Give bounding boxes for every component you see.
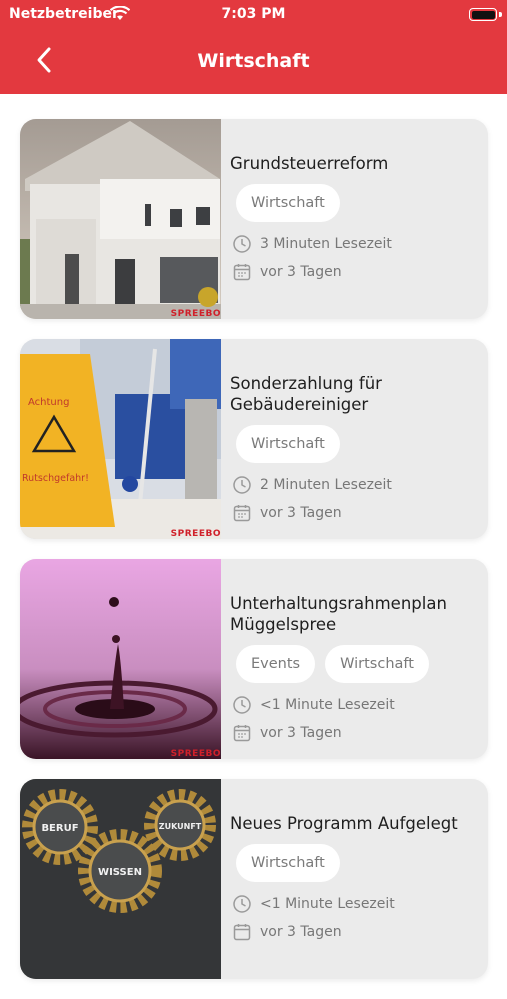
read-time: <1 Minute Lesezeit xyxy=(232,890,480,918)
article-headline: Unterhaltungsrahmenplan Müggelspree xyxy=(230,594,447,634)
article-content: Neues Programm Aufgelegt Wirtschaft <1 M… xyxy=(230,813,480,946)
article-image-cleaning: Achtung Rutschgefahr! SPREEBO xyxy=(20,339,221,539)
app-header: Netzbetreiber 7:03 PM Wirtschaft xyxy=(0,0,507,94)
tag-list: Wirtschaft xyxy=(236,844,480,882)
publish-date-label: vor 3 Tagen xyxy=(260,505,342,521)
clock-icon xyxy=(233,235,251,253)
article-image-gears: BERUF ZUKUNFT WISSEN xyxy=(20,779,221,979)
tag-wirtschaft[interactable]: Wirtschaft xyxy=(236,844,340,882)
read-time: <1 Minute Lesezeit xyxy=(232,691,480,719)
read-time-label: 3 Minuten Lesezeit xyxy=(260,236,392,252)
gear-word-2: ZUKUNFT xyxy=(159,822,202,831)
battery-tip xyxy=(499,12,502,17)
battery-icon xyxy=(469,8,497,21)
tag-wirtschaft[interactable]: Wirtschaft xyxy=(236,184,340,222)
article-card[interactable]: BERUF ZUKUNFT WISSEN Neues Programm Aufg… xyxy=(20,779,488,979)
article-list: SPREEBO Grundsteuerreform Wirtschaft 3 M… xyxy=(20,119,488,999)
article-content: Sonderzahlung für Gebäudereiniger Wirtsc… xyxy=(230,373,480,527)
read-time-label: 2 Minuten Lesezeit xyxy=(260,477,392,493)
tag-events[interactable]: Events xyxy=(236,645,316,683)
article-content: Grundsteuerreform Wirtschaft 3 Minuten L… xyxy=(230,153,480,286)
tag-list: Events Wirtschaft xyxy=(236,645,480,683)
clock-icon xyxy=(233,696,251,714)
read-time: 2 Minuten Lesezeit xyxy=(232,471,480,499)
tag-list: Wirtschaft xyxy=(236,184,480,222)
article-image-water-drop: SPREEBO xyxy=(20,559,221,759)
clock-icon xyxy=(233,895,251,913)
tag-wirtschaft[interactable]: Wirtschaft xyxy=(236,425,340,463)
sign-slip-text: Rutschgefahr! xyxy=(22,473,89,484)
publish-date: vor 3 Tagen xyxy=(232,258,480,286)
clock: 7:03 PM xyxy=(221,6,286,22)
watermark-logo: SPREEBO xyxy=(170,309,221,319)
watermark-logo: SPREEBO xyxy=(170,529,221,539)
gear-word-3: WISSEN xyxy=(98,867,142,878)
read-time: 3 Minuten Lesezeit xyxy=(232,230,480,258)
article-content: Unterhaltungsrahmenplan Müggelspree Even… xyxy=(230,593,480,747)
page-title: Wirtschaft xyxy=(197,50,310,72)
article-card[interactable]: SPREEBO Grundsteuerreform Wirtschaft 3 M… xyxy=(20,119,488,319)
clock-icon xyxy=(233,476,251,494)
article-card[interactable]: Achtung Rutschgefahr! SPREEBO Sonderzahl… xyxy=(20,339,488,539)
watermark-logo: SPREEBO xyxy=(170,749,221,759)
calendar-icon xyxy=(233,725,251,742)
gear-word-1: BERUF xyxy=(41,823,78,834)
tag-list: Wirtschaft xyxy=(236,425,480,463)
tag-wirtschaft[interactable]: Wirtschaft xyxy=(325,645,429,683)
article-headline: Neues Programm Aufgelegt xyxy=(230,814,458,833)
sign-warning-text: Achtung xyxy=(28,397,69,408)
read-time-label: <1 Minute Lesezeit xyxy=(260,896,395,912)
calendar-icon xyxy=(233,264,251,281)
calendar-icon xyxy=(233,505,251,522)
publish-date-label: vor 3 Tagen xyxy=(260,924,342,940)
publish-date-label: vor 3 Tagen xyxy=(260,264,342,280)
article-headline: Grundsteuerreform xyxy=(230,154,389,173)
article-headline: Sonderzahlung für Gebäudereiniger xyxy=(230,374,382,414)
article-card[interactable]: SPREEBO Unterhaltungsrahmenplan Müggelsp… xyxy=(20,559,488,759)
article-image-house: SPREEBO xyxy=(20,119,221,319)
publish-date-label: vor 3 Tagen xyxy=(260,725,342,741)
status-bar: Netzbetreiber 7:03 PM xyxy=(0,4,507,26)
publish-date: vor 3 Tagen xyxy=(232,918,480,946)
publish-date: vor 3 Tagen xyxy=(232,719,480,747)
publish-date: vor 3 Tagen xyxy=(232,499,480,527)
calendar-icon xyxy=(233,924,251,941)
read-time-label: <1 Minute Lesezeit xyxy=(260,697,395,713)
